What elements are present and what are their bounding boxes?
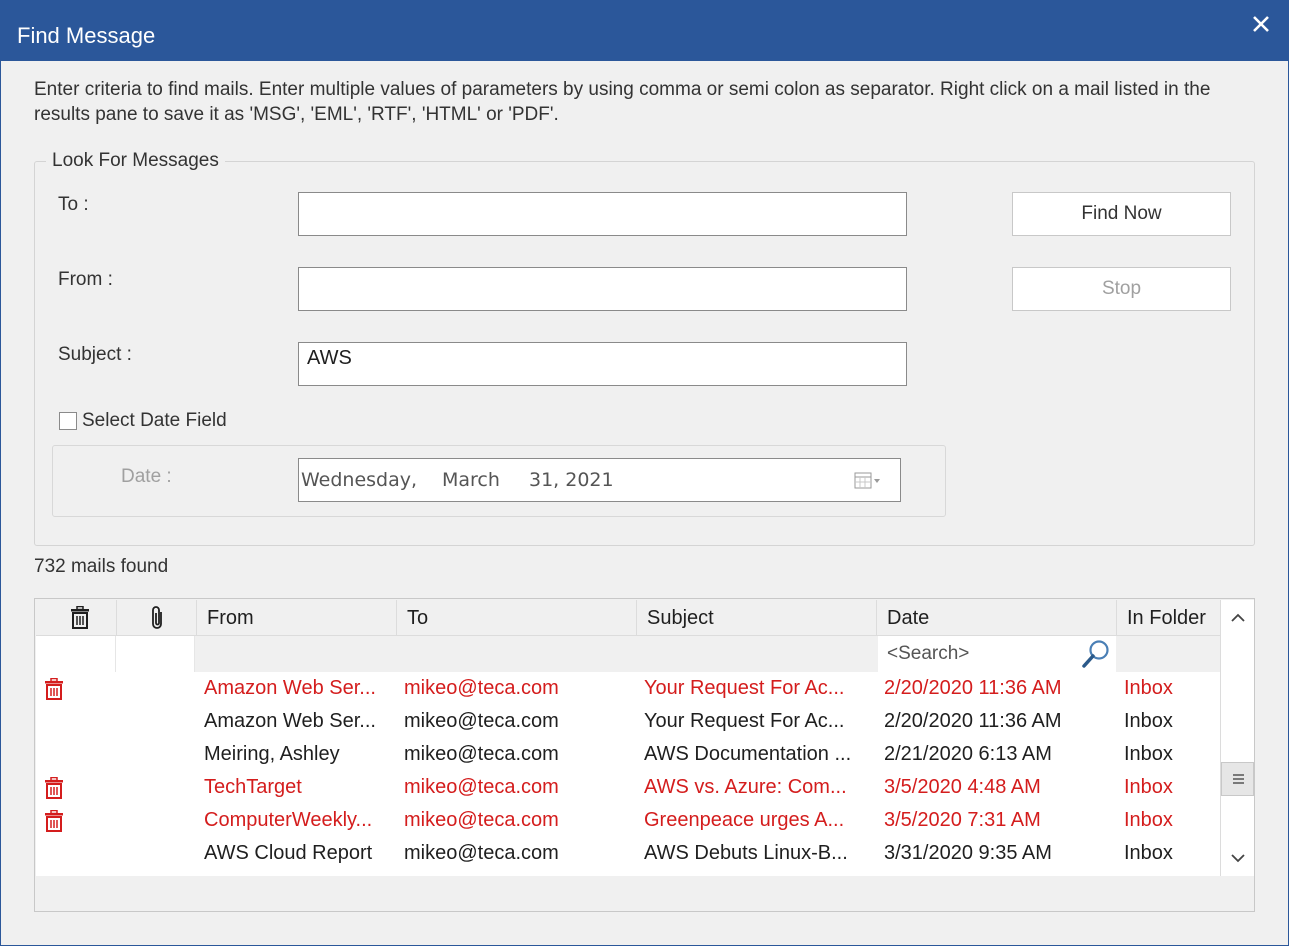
cell-folder: Inbox bbox=[1124, 809, 1173, 831]
results-list: Amazon Web Ser... mikeo@teca.com Your Requ… bbox=[36, 672, 1220, 876]
search-icon[interactable] bbox=[1080, 638, 1112, 670]
col-attachment-header[interactable] bbox=[116, 600, 196, 636]
cell-from: TechTarget bbox=[204, 776, 302, 798]
cell-folder: Inbox bbox=[1124, 776, 1173, 798]
col-from-header[interactable]: From bbox=[196, 600, 396, 636]
date-search-input[interactable]: <Search> bbox=[878, 636, 1116, 672]
trash-icon bbox=[45, 810, 63, 832]
cell-to: mikeo@teca.com bbox=[404, 743, 559, 765]
cell-subject: Greenpeace urges A... bbox=[644, 809, 845, 831]
results-count: 732 mails found bbox=[34, 556, 169, 577]
cell-from: Meiring, Ashley bbox=[204, 743, 340, 765]
date-weekday: Wednesday, bbox=[301, 469, 418, 491]
table-row[interactable]: Amazon Web Ser... mikeo@teca.com Your Requ… bbox=[36, 705, 1220, 738]
cell-from: Amazon Web Ser... bbox=[204, 677, 376, 699]
cell-subject: Your Request For Ac... bbox=[644, 677, 845, 699]
date-day-year: 31, 2021 bbox=[529, 469, 614, 491]
col-date-header[interactable]: Date bbox=[876, 600, 1116, 636]
subject-input[interactable]: AWS bbox=[298, 342, 907, 386]
cell-date: 3/5/2020 4:48 AM bbox=[884, 776, 1041, 798]
results-grid: From To Subject Date In Folder <Search> … bbox=[34, 598, 1255, 912]
grip-icon bbox=[1233, 774, 1244, 784]
vertical-scrollbar[interactable] bbox=[1220, 600, 1254, 876]
table-row[interactable]: TechTarget mikeo@teca.com AWS vs. Azure: C… bbox=[36, 771, 1220, 804]
col-deleted-header[interactable] bbox=[36, 600, 116, 636]
instructions-text: Enter criteria to find mails. Enter mult… bbox=[34, 79, 1211, 125]
trash-icon bbox=[71, 606, 89, 629]
select-date-checkbox[interactable] bbox=[59, 412, 77, 430]
cell-subject: AWS Debuts Linux-B... bbox=[644, 842, 848, 864]
cell-subject: Your Request For Ac... bbox=[644, 710, 845, 732]
filter-row: <Search> bbox=[36, 636, 1220, 672]
cell-folder: Inbox bbox=[1124, 677, 1173, 699]
col-to-header[interactable]: To bbox=[396, 600, 636, 636]
table-row[interactable]: Meiring, Ashley mikeo@teca.com AWS Documen… bbox=[36, 738, 1220, 771]
window-title: Find Message bbox=[17, 23, 156, 48]
stop-button[interactable]: Stop bbox=[1012, 267, 1231, 311]
trash-icon bbox=[45, 777, 63, 799]
cell-folder: Inbox bbox=[1124, 842, 1173, 864]
to-label: To : bbox=[58, 194, 89, 215]
from-input[interactable] bbox=[298, 267, 907, 311]
cell-subject: AWS vs. Azure: Com... bbox=[644, 776, 847, 798]
date-picker[interactable]: Wednesday, March 31, 2021 bbox=[298, 458, 901, 502]
cell-from: ComputerWeekly... bbox=[204, 809, 373, 831]
title-bar: Find Message bbox=[1, 1, 1288, 61]
select-date-label: Select Date Field bbox=[82, 410, 227, 431]
filter-cell bbox=[116, 636, 195, 672]
date-search-placeholder: <Search> bbox=[887, 643, 970, 664]
cell-from: AWS Cloud Report bbox=[204, 842, 373, 864]
cell-folder: Inbox bbox=[1124, 710, 1173, 732]
paperclip-icon bbox=[152, 606, 162, 629]
cell-to: mikeo@teca.com bbox=[404, 776, 559, 798]
cell-from: Amazon Web Ser... bbox=[204, 710, 376, 732]
subject-label: Subject : bbox=[58, 344, 132, 365]
cell-to: mikeo@teca.com bbox=[404, 710, 559, 732]
cell-date: 3/31/2020 9:35 AM bbox=[884, 842, 1052, 864]
cell-date: 3/5/2020 7:31 AM bbox=[884, 809, 1041, 831]
calendar-icon[interactable] bbox=[854, 471, 882, 491]
to-input[interactable] bbox=[298, 192, 907, 236]
cell-to: mikeo@teca.com bbox=[404, 677, 559, 699]
filter-cell bbox=[36, 636, 116, 672]
find-message-dialog: Find Message Enter criteria to find mail… bbox=[0, 0, 1289, 946]
cell-date: 2/21/2020 6:13 AM bbox=[884, 743, 1052, 765]
cell-date: 2/20/2020 11:36 AM bbox=[884, 677, 1062, 699]
cell-date: 2/20/2020 11:36 AM bbox=[884, 710, 1062, 732]
col-folder-header[interactable]: In Folder bbox=[1116, 600, 1220, 636]
close-icon bbox=[1253, 16, 1269, 32]
date-label: Date : bbox=[121, 466, 172, 487]
table-row[interactable]: Amazon Web Ser... mikeo@teca.com Your Requ… bbox=[36, 672, 1220, 705]
cell-to: mikeo@teca.com bbox=[404, 809, 559, 831]
cell-folder: Inbox bbox=[1124, 743, 1173, 765]
from-label: From : bbox=[58, 269, 113, 290]
chevron-up-icon[interactable] bbox=[1221, 600, 1255, 636]
cell-subject: AWS Documentation ... bbox=[644, 743, 852, 765]
group-legend: Look For Messages bbox=[46, 150, 225, 172]
chevron-down-icon[interactable] bbox=[1221, 840, 1255, 876]
col-subject-header[interactable]: Subject bbox=[636, 600, 876, 636]
table-row[interactable]: AWS Cloud Report mikeo@teca.com AWS Debuts… bbox=[36, 837, 1220, 870]
date-month: March bbox=[442, 469, 500, 491]
trash-icon bbox=[45, 678, 63, 700]
cell-to: mikeo@teca.com bbox=[404, 842, 559, 864]
table-row[interactable]: ComputerWeekly... mikeo@teca.com Greenpeac… bbox=[36, 804, 1220, 837]
scroll-thumb[interactable] bbox=[1221, 762, 1254, 796]
find-now-button[interactable]: Find Now bbox=[1012, 192, 1231, 236]
grid-header: From To Subject Date In Folder bbox=[36, 600, 1220, 636]
close-button[interactable] bbox=[1244, 7, 1278, 41]
